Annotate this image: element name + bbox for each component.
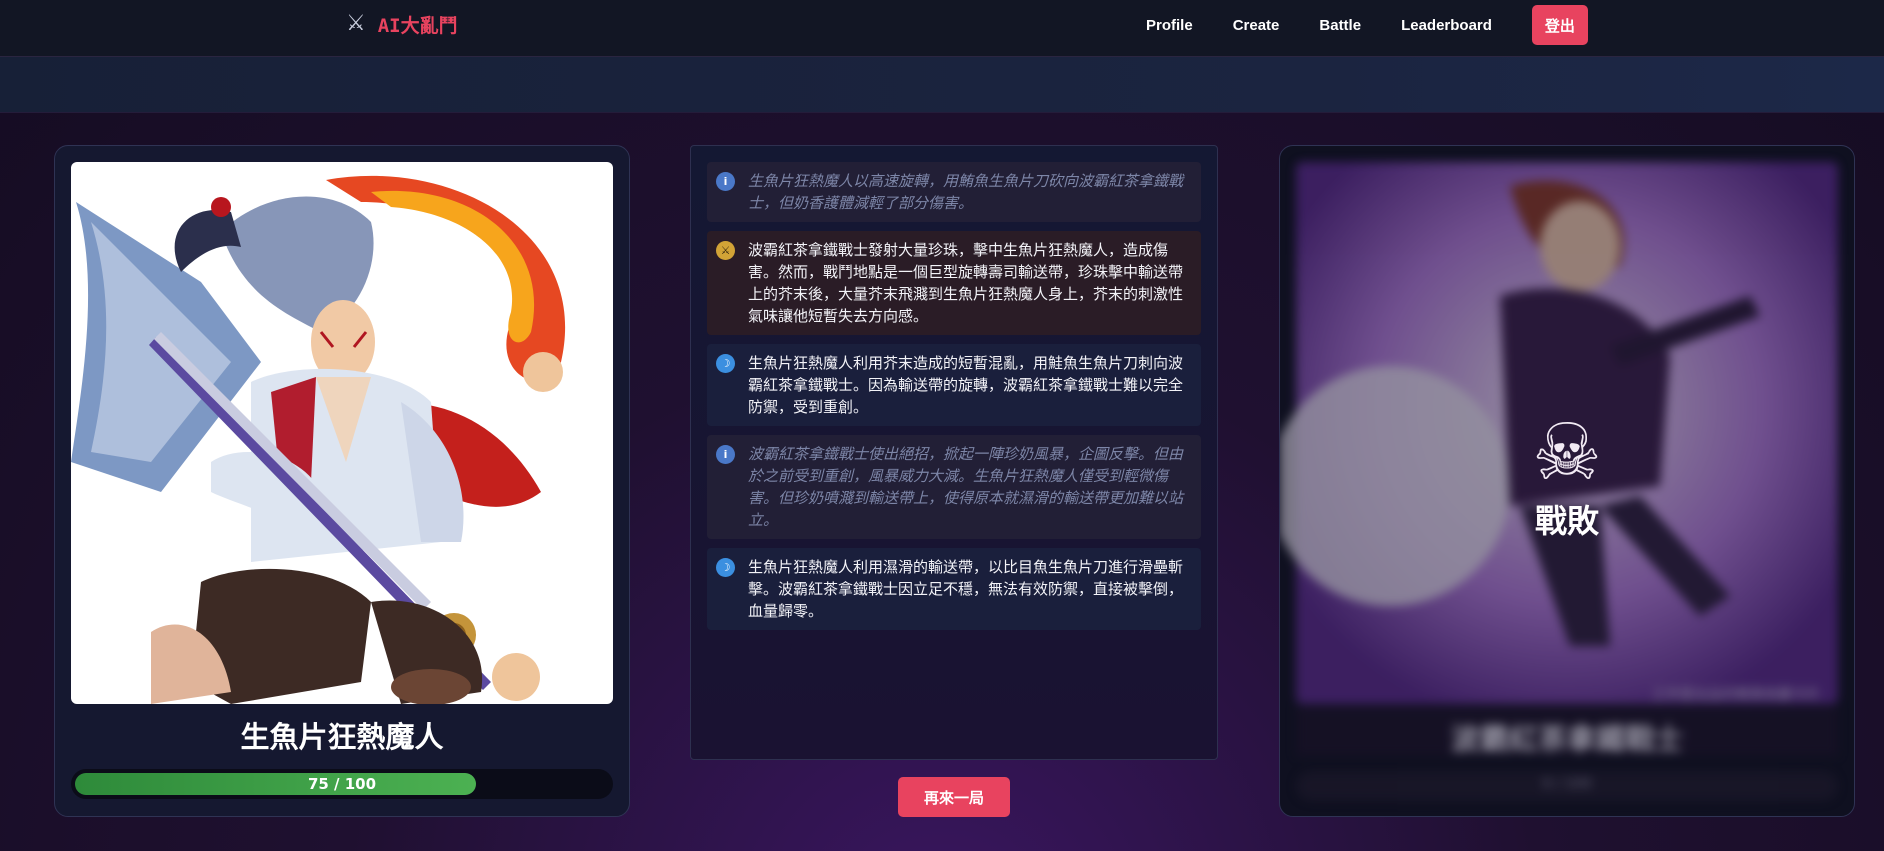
opponent-hp-text: 0 / 100 [1542,776,1592,792]
player-portrait [71,162,613,704]
player-illustration [71,175,566,704]
sword-icon: ⚔ [716,241,735,260]
log-entry-text: 生魚片狂熱魔人利用濕滑的輸送帶，以比目魚生魚片刀進行滑壘斬擊。波霸紅茶拿鐵戰士因… [748,558,1184,620]
opponent-name: 波霸紅茶拿鐵戰士 [1450,722,1683,756]
brand[interactable]: ⚔ AI大亂鬥 [346,10,458,38]
logout-button[interactable]: 登出 [1531,5,1588,45]
log-entry: ☽ 生魚片狂熱魔人利用芥末造成的短暫混亂，用鮭魚生魚片刀刺向波霸紅茶拿鐵戰士。因… [707,344,1201,426]
nav-links: Profile Create Battle Leaderboard 登出 [1146,5,1588,45]
log-entry-text: 生魚片狂熱魔人以高速旋轉，用鮪魚生魚片刀砍向波霸紅茶拿鐵戰士，但奶香護體減輕了部… [748,172,1184,212]
log-entry: ☽ 生魚片狂熱魔人利用濕滑的輸送帶，以比目魚生魚片刀進行滑壘斬擊。波霸紅茶拿鐵戰… [707,548,1201,630]
nav-link-leaderboard[interactable]: Leaderboard [1401,17,1492,34]
log-entry-text: 波霸紅茶拿鐵戰士發射大量珍珠，擊中生魚片狂熱魔人，造成傷害。然而，戰鬥地點是一個… [748,241,1184,325]
player-hp-bar: 75 / 100 [71,769,613,799]
opponent-card: 工作室出品的精美收藏卡片 波霸紅茶拿鐵戰士 0 / 100 ☠ 戰敗 [1279,145,1855,817]
magic-icon: ☽ [716,558,735,577]
crossed-swords-icon: ⚔ [346,11,366,36]
log-entry: i 生魚片狂熱魔人以高速旋轉，用鮪魚生魚片刀砍向波霸紅茶拿鐵戰士，但奶香護體減輕… [707,162,1201,222]
player-name: 生魚片狂熱魔人 [240,720,444,754]
log-entry: ⚔ 波霸紅茶拿鐵戰士發射大量珍珠，擊中生魚片狂熱魔人，造成傷害。然而，戰鬥地點是… [707,231,1201,335]
log-entry: i 波霸紅茶拿鐵戰士使出絕招，掀起一陣珍奶風暴，企圖反擊。但由於之前受到重創，風… [707,435,1201,539]
brand-name: AI大亂鬥 [377,14,458,37]
nav-link-battle[interactable]: Battle [1319,17,1361,34]
log-entry-text: 生魚片狂熱魔人利用芥末造成的短暫混亂，用鮭魚生魚片刀刺向波霸紅茶拿鐵戰士。因為輸… [748,354,1184,416]
nav-link-profile[interactable]: Profile [1146,17,1193,34]
defeat-overlay: ☠ 戰敗 [1280,414,1854,542]
battle-log-panel: i 生魚片狂熱魔人以高速旋轉，用鮪魚生魚片刀砍向波霸紅茶拿鐵戰士，但奶香護體減輕… [690,145,1218,760]
magic-icon: ☽ [716,354,735,373]
info-icon: i [716,445,735,464]
opponent-card-caption: 工作室出品的精美收藏卡片 [1652,687,1820,703]
skull-icon: ☠ [1532,408,1602,498]
player-hp-text: 75 / 100 [307,775,377,793]
top-navbar: ⚔ AI大亂鬥 Profile Create Battle Leaderboar… [0,0,1884,57]
info-icon: i [716,172,735,191]
log-entry-text: 波霸紅茶拿鐵戰士使出絕招，掀起一陣珍奶風暴，企圖反擊。但由於之前受到重創，風暴威… [748,445,1184,529]
nav-link-create[interactable]: Create [1233,17,1280,34]
rematch-button[interactable]: 再來一局 [898,777,1010,817]
header-band [0,57,1884,113]
defeat-label: 戰敗 [1534,502,1599,540]
